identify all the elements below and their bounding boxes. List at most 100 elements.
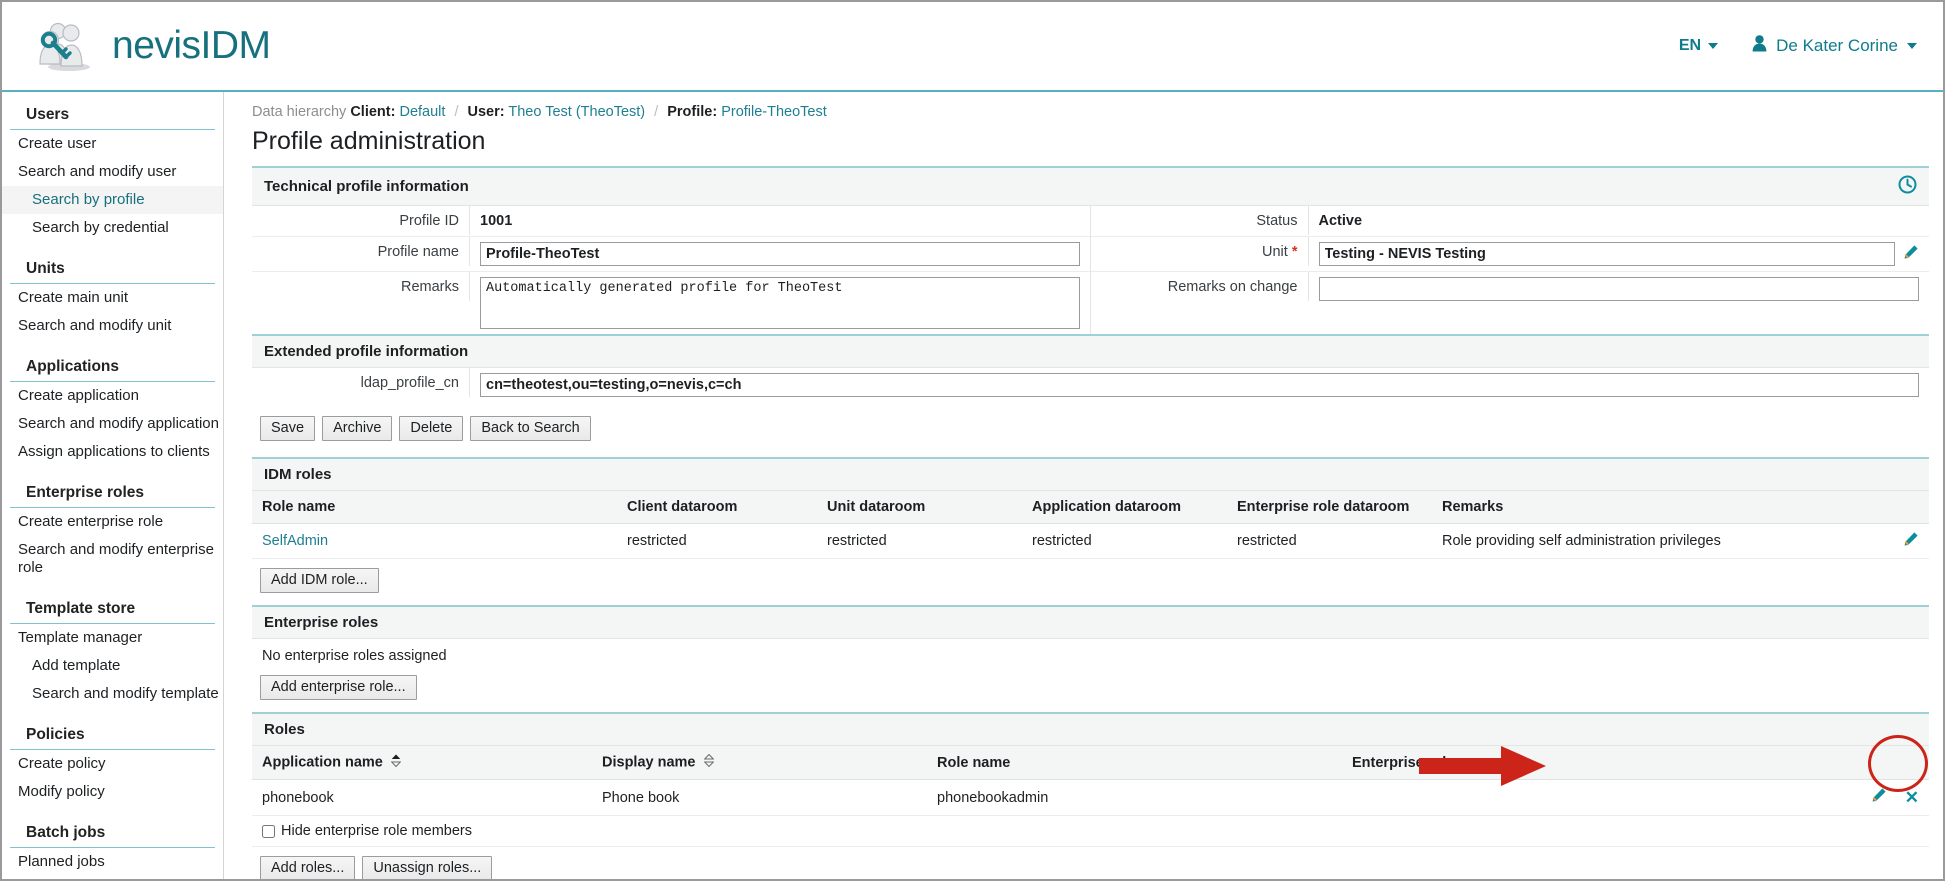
sidebar-item-search-and-modify-template[interactable]: Search and modify template: [2, 680, 223, 708]
breadcrumb-root: Data hierarchy: [252, 104, 347, 120]
remarks-row: Remarks Automatically generated profile …: [252, 272, 1090, 334]
sort-arrows-icon[interactable]: [390, 754, 402, 771]
column-header-application-dataroom: Application dataroom: [1022, 491, 1227, 524]
breadcrumb-client-value[interactable]: Default: [399, 104, 445, 120]
breadcrumb-user-value[interactable]: Theo Test (TheoTest): [508, 104, 645, 120]
unassign-roles-button[interactable]: Unassign roles...: [362, 856, 493, 879]
sidebar-item-search-by-credential[interactable]: Search by credential: [2, 214, 223, 242]
column-header-unit-dataroom: Unit dataroom: [817, 491, 1022, 524]
sidebar-group-title-applications: Applications: [10, 349, 215, 382]
idm-client-dataroom-cell: restricted: [617, 523, 817, 559]
column-header-actions: [1889, 491, 1929, 524]
ldap-profile-cn-input[interactable]: [480, 373, 1919, 397]
status-value: Active: [1318, 213, 1363, 229]
status-row: Status Active: [1090, 206, 1929, 237]
remarks-on-change-input[interactable]: [1318, 277, 1919, 301]
sidebar-item-create-user[interactable]: Create user: [2, 130, 223, 158]
sidebar-item-search-and-modify-unit[interactable]: Search and modify unit: [2, 312, 223, 340]
sort-arrows-icon[interactable]: [703, 753, 715, 771]
role-actions-cell: ✕: [1839, 779, 1929, 816]
user-menu[interactable]: De Kater Corine: [1752, 35, 1917, 57]
sidebar-item-create-application[interactable]: Create application: [2, 382, 223, 410]
roles-header-row: Application name Display name Role name …: [252, 746, 1929, 780]
unit-input[interactable]: [1318, 242, 1895, 266]
application-window: nevisIDM EN De Kater Corine Users Create …: [0, 0, 1945, 881]
remarks-textarea[interactable]: Automatically generated profile for Theo…: [480, 277, 1080, 329]
sidebar-item-create-main-unit[interactable]: Create main unit: [2, 284, 223, 312]
pencil-icon[interactable]: [1903, 244, 1919, 264]
user-avatar-icon: [1752, 35, 1767, 57]
sidebar-group-spacer: [2, 466, 223, 475]
sidebar-item-event-queue-manager[interactable]: Event queue manager: [2, 876, 223, 879]
idm-role-name-cell: SelfAdmin: [252, 523, 617, 559]
extended-profile-panel: Extended profile information ldap_profil…: [252, 334, 1929, 402]
breadcrumb-profile-value[interactable]: Profile-TheoTest: [721, 104, 827, 120]
column-header-role-name: Role name: [252, 491, 617, 524]
sidebar-item-search-and-modify-enterprise-role[interactable]: Search and modify enterprise role: [2, 536, 223, 582]
role-display-name-cell: Phone book: [592, 779, 927, 816]
save-button[interactable]: Save: [260, 416, 316, 441]
breadcrumb-separator: /: [654, 104, 659, 120]
idm-roles-table: Role name Client dataroom Unit dataroom …: [252, 491, 1929, 559]
sidebar-item-modify-policy[interactable]: Modify policy: [2, 778, 223, 806]
column-header-display-name[interactable]: Display name: [592, 746, 927, 780]
sidebar-group-spacer: [2, 340, 223, 349]
sidebar-item-assign-applications-to-clients[interactable]: Assign applications to clients: [2, 438, 223, 466]
back-to-search-button[interactable]: Back to Search: [470, 416, 591, 441]
sidebar-item-search-by-profile[interactable]: Search by profile: [2, 186, 223, 214]
sidebar-item-planned-jobs[interactable]: Planned jobs: [2, 848, 223, 876]
technical-profile-panel-header: Technical profile information: [252, 168, 1929, 206]
caret-down-icon: [1708, 43, 1719, 49]
pencil-icon[interactable]: [1903, 532, 1919, 551]
column-header-remarks: Remarks: [1432, 491, 1889, 524]
sidebar-item-add-template[interactable]: Add template: [2, 652, 223, 680]
sidebar-item-search-and-modify-user[interactable]: Search and modify user: [2, 158, 223, 186]
sidebar-item-create-policy[interactable]: Create policy: [2, 750, 223, 778]
technical-profile-right-column: Status Active Unit * Testing - NEVIS Tes…: [1090, 206, 1929, 334]
sidebar-item-template-manager[interactable]: Template manager: [2, 624, 223, 652]
add-idm-role-button[interactable]: Add IDM role...: [260, 568, 379, 593]
profile-name-row: Profile name: [252, 237, 1090, 272]
enterprise-roles-panel-header: Enterprise roles: [252, 607, 1929, 639]
profile-name-label: Profile name: [252, 237, 470, 266]
close-x-icon[interactable]: ✕: [1905, 788, 1919, 807]
extended-profile-panel-header: Extended profile information: [252, 336, 1929, 368]
pencil-icon[interactable]: [1871, 788, 1891, 807]
sidebar-group-spacer: [2, 806, 223, 815]
add-roles-button[interactable]: Add roles...: [260, 856, 356, 879]
hide-enterprise-role-members-checkbox[interactable]: [262, 824, 275, 838]
add-enterprise-role-button[interactable]: Add enterprise role...: [260, 675, 417, 700]
idm-roles-panel: IDM roles Role name Client dataroom Unit…: [252, 457, 1929, 605]
column-header-application-name[interactable]: Application name: [252, 746, 592, 780]
sidebar-group-title-units: Units: [10, 251, 215, 284]
column-header-application-name-label: Application name: [262, 754, 383, 771]
breadcrumb: Data hierarchy Client: Default / User: T…: [252, 102, 1929, 124]
idm-roles-header-row: Role name Client dataroom Unit dataroom …: [252, 491, 1929, 524]
unit-label: Unit *: [1091, 237, 1309, 266]
profile-name-input[interactable]: [480, 242, 1080, 266]
sidebar-group-spacer: [2, 708, 223, 717]
column-header-role-name: Role name: [927, 746, 1342, 780]
column-header-client-dataroom: Client dataroom: [617, 491, 817, 524]
sidebar-group-title-template-store: Template store: [10, 591, 215, 624]
roles-table: Application name Display name Role name …: [252, 746, 1929, 816]
profile-id-value: 1001: [480, 213, 513, 229]
table-row: SelfAdmin restricted restricted restrict…: [252, 523, 1929, 559]
breadcrumb-separator: /: [454, 104, 459, 120]
clock-history-icon[interactable]: [1898, 175, 1917, 198]
roles-panel-title: Roles: [264, 721, 305, 738]
key-people-icon: [36, 20, 94, 72]
user-name-label: De Kater Corine: [1776, 36, 1898, 55]
caret-down-icon: [1907, 43, 1917, 49]
sidebar-item-create-enterprise-role[interactable]: Create enterprise role: [2, 508, 223, 536]
sidebar-group-title-batch-jobs: Batch jobs: [10, 815, 215, 848]
language-selector[interactable]: EN: [1679, 37, 1719, 55]
column-header-actions: [1839, 746, 1929, 780]
delete-button[interactable]: Delete: [399, 416, 464, 441]
sidebar-item-search-and-modify-application[interactable]: Search and modify application: [2, 410, 223, 438]
profile-name-value-cell: [470, 237, 1090, 271]
archive-button[interactable]: Archive: [322, 416, 393, 441]
sidebar-group-title-enterprise-roles: Enterprise roles: [10, 475, 215, 508]
idm-role-name-link[interactable]: SelfAdmin: [262, 533, 328, 549]
page-title: Profile administration: [252, 127, 486, 155]
